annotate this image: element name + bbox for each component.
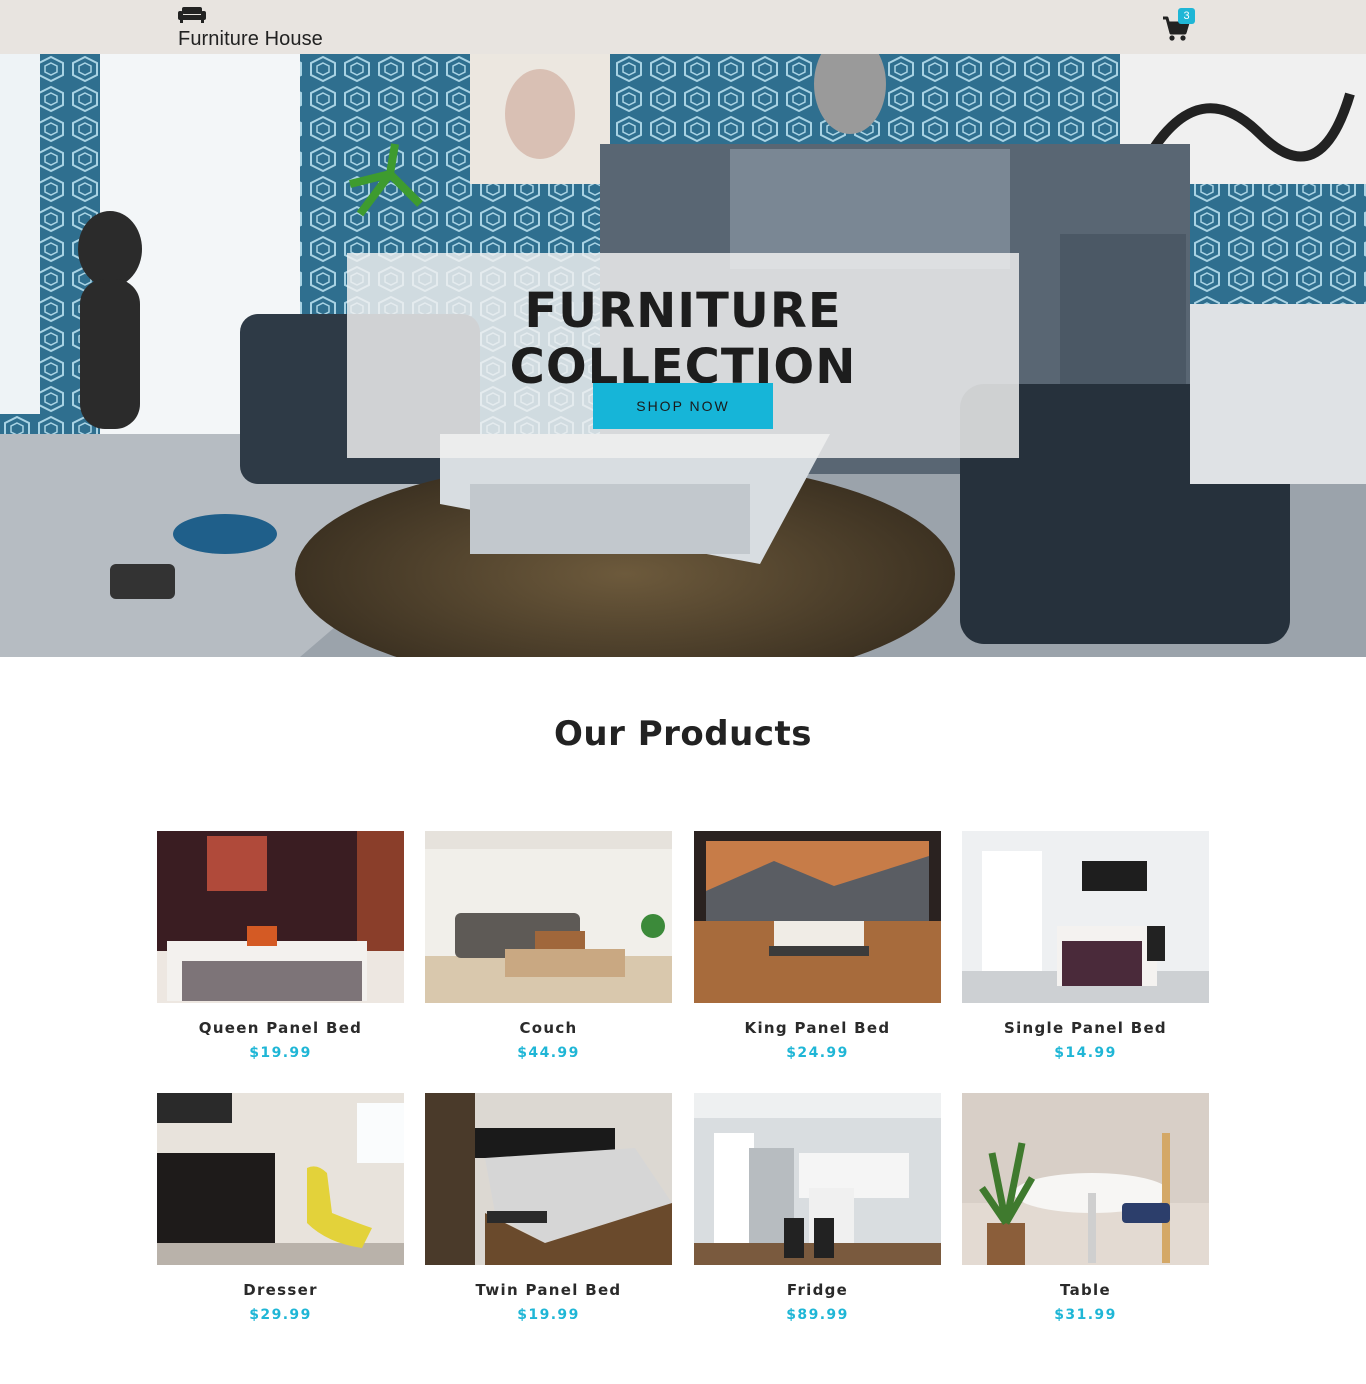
product-price: $19.99	[517, 1307, 580, 1323]
product-price: $89.99	[786, 1307, 849, 1323]
product-image	[962, 831, 1209, 1003]
product-card[interactable]: Single Panel Bed $14.99	[962, 831, 1209, 1071]
product-name: King Panel Bed	[744, 1019, 891, 1037]
product-image	[157, 831, 404, 1003]
product-name: Queen Panel Bed	[198, 1019, 363, 1037]
brand[interactable]: Furniture House	[178, 4, 323, 51]
hero-banner: FURNITURE COLLECTION SHOP NOW	[347, 253, 1019, 458]
product-price: $29.99	[249, 1307, 312, 1323]
hero: FURNITURE COLLECTION SHOP NOW	[0, 54, 1366, 657]
product-card[interactable]: Table $31.99	[962, 1093, 1209, 1333]
sofa-icon	[178, 7, 206, 23]
product-card[interactable]: Dresser $29.99	[157, 1093, 404, 1333]
product-name: Dresser	[243, 1281, 318, 1299]
product-price: $31.99	[1054, 1307, 1117, 1323]
shop-now-button[interactable]: SHOP NOW	[593, 383, 773, 429]
product-name: Twin Panel Bed	[475, 1281, 622, 1299]
product-card[interactable]: Queen Panel Bed $19.99	[157, 831, 404, 1071]
cart-count-badge: 3	[1178, 8, 1195, 24]
brand-name: Furniture House	[178, 28, 323, 50]
product-image	[425, 1093, 672, 1265]
product-card[interactable]: King Panel Bed $24.99	[694, 831, 941, 1071]
navbar: Furniture House 3	[0, 0, 1366, 54]
product-name: Fridge	[786, 1281, 849, 1299]
product-image	[694, 1093, 941, 1265]
product-name: Table	[1060, 1281, 1111, 1299]
product-name: Single Panel Bed	[1004, 1019, 1167, 1037]
product-image	[694, 831, 941, 1003]
product-image	[962, 1093, 1209, 1265]
product-image	[425, 831, 672, 1003]
product-price: $19.99	[249, 1045, 312, 1061]
product-card[interactable]: Twin Panel Bed $19.99	[425, 1093, 672, 1333]
product-card[interactable]: Couch $44.99	[425, 831, 672, 1071]
product-price: $14.99	[1054, 1045, 1117, 1061]
product-name: Couch	[519, 1019, 578, 1037]
hero-title: FURNITURE COLLECTION	[509, 283, 857, 395]
products-title: Our Products	[554, 714, 812, 754]
product-price: $24.99	[786, 1045, 849, 1061]
product-price: $44.99	[517, 1045, 580, 1061]
product-card[interactable]: Fridge $89.99	[694, 1093, 941, 1333]
product-image	[157, 1093, 404, 1265]
cart-button[interactable]: 3	[1162, 8, 1195, 42]
